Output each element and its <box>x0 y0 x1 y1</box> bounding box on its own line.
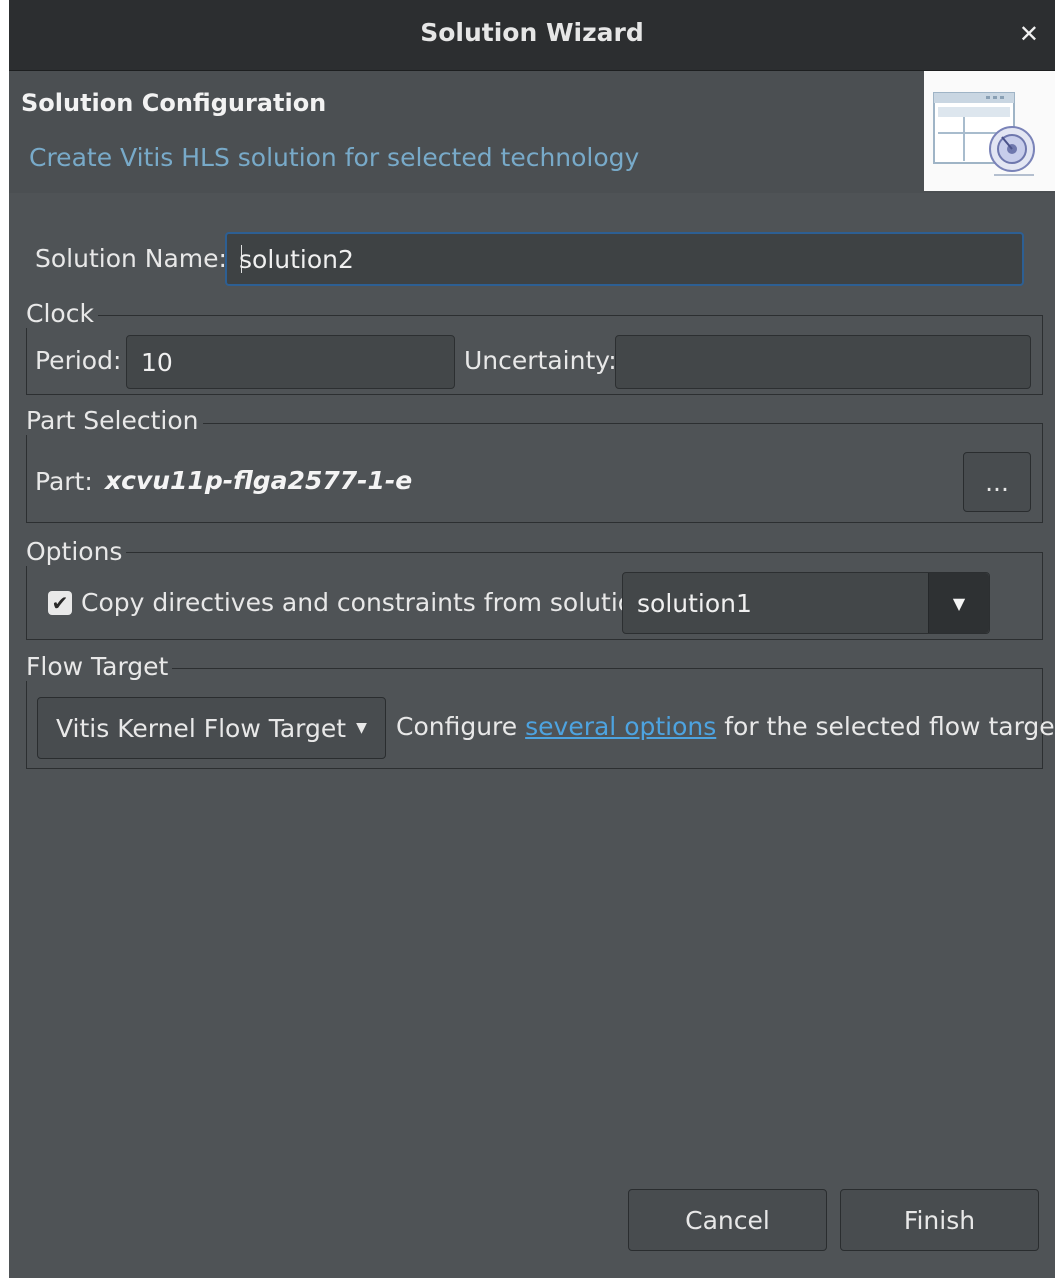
copy-directives-checkbox[interactable]: ✔ <box>48 591 72 615</box>
clock-legend: Clock <box>26 299 98 328</box>
wizard-header: Solution Configuration Create Vitis HLS … <box>9 71 1055 193</box>
several-options-link[interactable]: several options <box>525 712 716 741</box>
finish-button[interactable]: Finish <box>840 1189 1039 1251</box>
part-label: Part: <box>35 467 93 496</box>
flow-target-description: Configure several options for the select… <box>396 712 1055 741</box>
flow-target-legend: Flow Target <box>26 652 173 681</box>
part-browse-button[interactable]: ... <box>963 452 1031 512</box>
flow-target-selected: Vitis Kernel Flow Target <box>56 713 347 743</box>
chevron-down-icon: ▼ <box>356 720 367 736</box>
chevron-down-icon[interactable]: ▼ <box>928 573 989 633</box>
options-legend: Options <box>26 537 127 566</box>
uncertainty-input[interactable] <box>615 335 1031 389</box>
close-icon[interactable]: ✕ <box>1019 20 1039 48</box>
window-title: Solution Wizard <box>420 18 644 47</box>
cancel-button[interactable]: Cancel <box>628 1189 827 1251</box>
configure-suffix: for the selected flow target <box>724 712 1055 741</box>
copy-from-solution-select[interactable]: solution1 ▼ <box>622 572 990 634</box>
configure-prefix: Configure <box>396 712 518 741</box>
uncertainty-label: Uncertainty: <box>464 346 617 375</box>
period-label: Period: <box>35 346 122 375</box>
copy-from-solution-value: solution1 <box>637 588 752 618</box>
page-title: Solution Configuration <box>21 89 327 117</box>
solution-name-input[interactable]: solution2 <box>225 232 1024 286</box>
wizard-banner-icon <box>924 71 1055 191</box>
solution-wizard-dialog: Solution Wizard ✕ Solution Configuration… <box>9 0 1055 1278</box>
period-input[interactable]: 10 <box>126 335 455 389</box>
part-selection-legend: Part Selection <box>26 406 203 435</box>
part-value: xcvu11p-flga2577-1-e <box>105 466 413 495</box>
title-bar[interactable]: Solution Wizard ✕ <box>9 0 1055 71</box>
solution-name-label: Solution Name: <box>35 244 227 273</box>
period-value: 10 <box>141 347 173 377</box>
copy-directives-label[interactable]: Copy directives and constraints from sol… <box>81 588 657 617</box>
flow-target-dropdown[interactable]: Vitis Kernel Flow Target ▼ <box>37 697 386 759</box>
page-subtitle: Create Vitis HLS solution for selected t… <box>29 143 640 172</box>
solution-name-value: solution2 <box>239 244 354 274</box>
